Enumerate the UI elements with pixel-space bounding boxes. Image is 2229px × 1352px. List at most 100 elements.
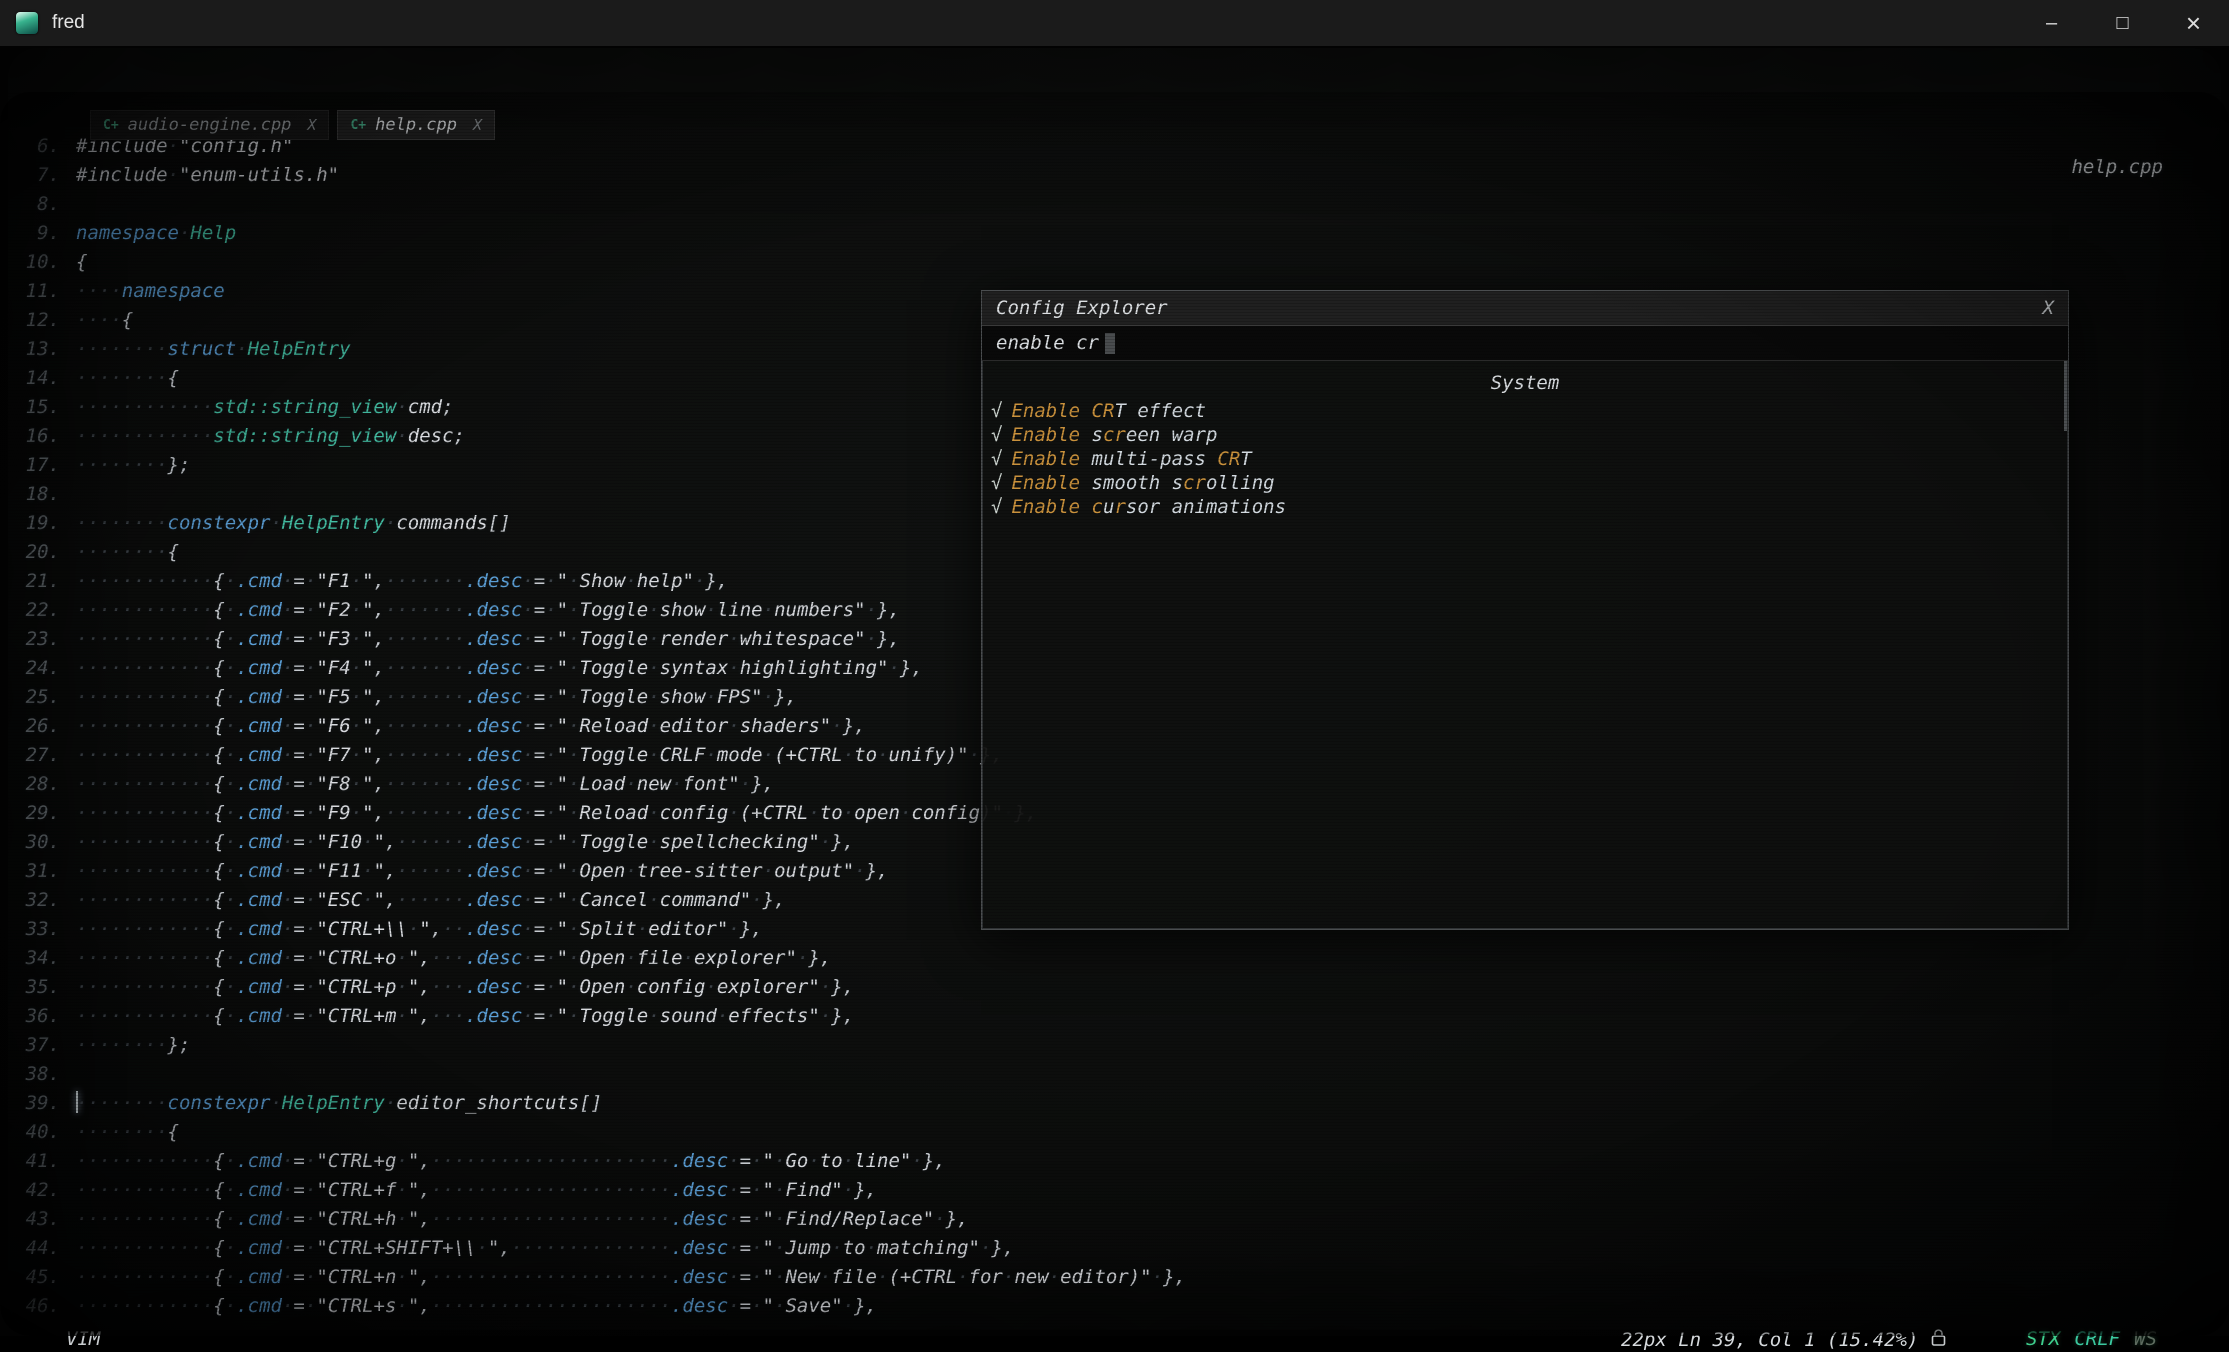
token: Show: [580, 570, 626, 592]
whitespace-dots: ·: [282, 1266, 293, 1288]
whitespace-dots: ·: [476, 1237, 487, 1259]
whitespace-dots: ·: [900, 802, 911, 824]
code-line[interactable]: 34.············{·.cmd·=·"CTRL+o·",···.de…: [0, 944, 1186, 973]
code-line[interactable]: 35.············{·.cmd·=·"CTRL+p·",···.de…: [0, 973, 1186, 1002]
checkbox-checked-icon[interactable]: √: [991, 424, 1002, 446]
tab-help.cpp[interactable]: C+help.cppX: [337, 110, 495, 140]
config-explorer-close-icon[interactable]: X: [2043, 297, 2054, 319]
whitespace-dots: ·: [820, 1005, 831, 1027]
whitespace-dots: ········: [76, 454, 168, 476]
token: =: [534, 628, 545, 650]
token: {: [213, 802, 224, 824]
code-line[interactable]: 40.········{: [0, 1118, 1186, 1147]
whitespace-dots: ·: [225, 1179, 236, 1201]
app-icon: [16, 12, 38, 34]
token: "CTRL+p: [316, 976, 396, 998]
checkbox-checked-icon[interactable]: √: [991, 496, 1002, 518]
whitespace-dots: ·: [568, 831, 579, 853]
token: matching": [877, 1237, 980, 1259]
checkbox-checked-icon[interactable]: √: [991, 400, 1002, 422]
token: "F2: [316, 599, 350, 621]
token: .desc: [465, 947, 522, 969]
code-text: ············std::string_view·cmd;: [76, 393, 454, 422]
token: HelpEntry: [282, 512, 385, 534]
token: },: [808, 947, 831, 969]
token: "CTRL+s: [316, 1295, 396, 1317]
code-line[interactable]: 44.············{·.cmd·=·"CTRL+SHIFT+\\·"…: [0, 1234, 1186, 1263]
token: ": [362, 715, 373, 737]
config-item[interactable]: √Enable cursor animations: [983, 495, 2067, 519]
token: ,: [431, 918, 442, 940]
token: },: [740, 918, 763, 940]
code-line[interactable]: 38.: [0, 1060, 1186, 1089]
whitespace-dots: ·: [522, 976, 533, 998]
config-search-input[interactable]: enable cr: [982, 326, 2068, 360]
config-explorer-panel: Config Explorer X enable cr System √Enab…: [981, 290, 2069, 930]
token: to: [820, 802, 843, 824]
config-item[interactable]: √Enable multi-pass CRT: [983, 447, 2067, 471]
minimize-button[interactable]: –: [2016, 0, 2087, 46]
token: .cmd: [236, 570, 282, 592]
code-line[interactable]: 7.#include·"enum-utils.h": [0, 161, 1186, 190]
whitespace-dots: ·: [522, 570, 533, 592]
whitespace-dots: ·: [625, 976, 636, 998]
tab-close-icon[interactable]: X: [473, 116, 482, 134]
code-line[interactable]: 41.············{·.cmd·=·"CTRL+g·",······…: [0, 1147, 1186, 1176]
whitespace-dots: ·: [305, 570, 316, 592]
token: =: [534, 918, 545, 940]
whitespace-dots: ·: [820, 831, 831, 853]
whitespace-dots: ·: [522, 744, 533, 766]
config-item[interactable]: √Enable screen warp: [983, 423, 2067, 447]
config-item[interactable]: √Enable smooth scrolling: [983, 471, 2067, 495]
maximize-button[interactable]: □: [2087, 0, 2158, 46]
token: {: [213, 1237, 224, 1259]
code-line[interactable]: 37.········};: [0, 1031, 1186, 1060]
code-line[interactable]: 45.············{·.cmd·=·"CTRL+n·",······…: [0, 1263, 1186, 1292]
code-line[interactable]: 46.············{·.cmd·=·"CTRL+s·",······…: [0, 1292, 1186, 1321]
code-line[interactable]: 39.········constexpr·HelpEntry·editor_sh…: [0, 1089, 1186, 1118]
token: ": [557, 831, 568, 853]
status-flag-stx: STX: [2026, 1328, 2060, 1350]
token: .desc: [465, 1005, 522, 1027]
code-text: ········{: [76, 364, 179, 393]
whitespace-dots: ·: [225, 918, 236, 940]
token: "CTRL+\\: [316, 918, 408, 940]
code-line[interactable]: 8.: [0, 190, 1186, 219]
whitespace-dots: ·: [282, 686, 293, 708]
scrollbar-thumb[interactable]: [2064, 361, 2067, 431]
filename-overlay: help.cpp: [2071, 156, 2163, 178]
token: desc: [408, 425, 454, 447]
whitespace-dots: ·: [728, 1208, 739, 1230]
token: },: [854, 1179, 877, 1201]
code-line[interactable]: 9.namespace·Help: [0, 219, 1186, 248]
whitespace-dots: ·: [568, 657, 579, 679]
checkbox-checked-icon[interactable]: √: [991, 448, 1002, 470]
config-item[interactable]: √Enable CRT effect: [983, 399, 2067, 423]
token: file: [831, 1266, 877, 1288]
code-line[interactable]: 43.············{·.cmd·=·"CTRL+h·",······…: [0, 1205, 1186, 1234]
whitespace-dots: ·: [648, 802, 659, 824]
whitespace-dots: ············: [76, 860, 213, 882]
token: Save": [785, 1295, 842, 1317]
whitespace-dots: ·····················: [431, 1266, 671, 1288]
token: },: [705, 570, 728, 592]
token: =: [534, 889, 545, 911]
code-line[interactable]: 36.············{·.cmd·=·"CTRL+m·",···.de…: [0, 1002, 1186, 1031]
whitespace-dots: ·: [545, 599, 556, 621]
tab-audio-engine.cpp[interactable]: C+audio-engine.cppX: [90, 110, 329, 140]
tab-close-icon[interactable]: X: [307, 116, 316, 134]
whitespace-dots: ············: [76, 744, 213, 766]
code-line[interactable]: 10.{: [0, 248, 1186, 277]
whitespace-dots: ·: [282, 889, 293, 911]
whitespace-dots: ·: [225, 831, 236, 853]
token: {: [213, 889, 224, 911]
code-line[interactable]: 42.············{·.cmd·=·"CTRL+f·",······…: [0, 1176, 1186, 1205]
checkbox-checked-icon[interactable]: √: [991, 472, 1002, 494]
close-button[interactable]: ×: [2158, 0, 2229, 46]
line-number: 31.: [0, 857, 76, 886]
token: highlighting": [740, 657, 889, 679]
whitespace-dots: ·: [648, 628, 659, 650]
whitespace-dots: ·: [545, 744, 556, 766]
whitespace-dots: ·: [728, 1266, 739, 1288]
code-text: ············{·.cmd·=·"ESC·",······.desc·…: [76, 886, 786, 915]
